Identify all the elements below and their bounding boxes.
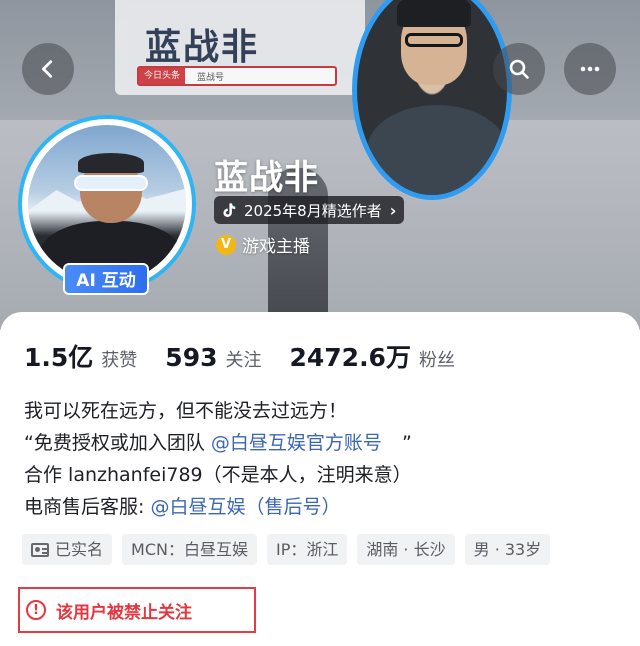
mention-link-aftersales[interactable]: @白昼互娱（售后号） <box>150 496 340 518</box>
tag-mcn[interactable]: MCN：白昼互娱 <box>122 534 257 565</box>
bio-text: 电商售后客服: <box>24 496 145 518</box>
live-avatar-ring <box>352 0 512 200</box>
tag-label: 男 · 33岁 <box>473 540 542 559</box>
back-button[interactable] <box>22 43 74 95</box>
stat-label: 粉丝 <box>418 350 455 371</box>
tag-label: 已实名 <box>55 540 104 559</box>
verified-title-label: 游戏主播 <box>242 237 310 257</box>
verified-title: V 游戏主播 <box>216 232 310 257</box>
stat-likes[interactable]: 1.5亿 获赞 <box>24 338 137 374</box>
live-avatar[interactable] <box>352 0 512 210</box>
tag-label: 湖南 · 长沙 <box>366 540 446 559</box>
verified-icon: V <box>216 234 236 255</box>
stat-value: 593 <box>165 343 218 372</box>
ai-interact-button[interactable]: AI 互动 <box>63 263 149 295</box>
profile-info-card: 1.5亿 获赞 593 关注 2472.6万 粉丝 我可以死在远方，但不能没去过… <box>0 312 640 646</box>
banner-panel-title: 蓝战非 <box>145 27 260 68</box>
stat-followers[interactable]: 2472.6万 粉丝 <box>289 338 454 374</box>
stats-row: 1.5亿 获赞 593 关注 2472.6万 粉丝 <box>24 338 483 374</box>
bio-line: 合作 lanzhanfei789（不是本人，注明来意） <box>24 464 412 486</box>
tag-location[interactable]: 湖南 · 长沙 <box>357 534 455 565</box>
chevron-right-icon: › <box>389 200 397 220</box>
id-card-icon <box>31 542 49 557</box>
tag-gender-age[interactable]: 男 · 33岁 <box>464 534 551 565</box>
banner-panel: 蓝战非 今日头条 蓝战号 <box>115 0 365 95</box>
bio-line: 我可以死在远方，但不能没去过远方！ <box>24 400 348 422</box>
profile-name: 蓝战非 <box>214 158 319 198</box>
more-button[interactable] <box>564 43 616 95</box>
tag-ip[interactable]: IP：浙江 <box>266 534 348 565</box>
stat-label: 关注 <box>225 350 262 371</box>
bio-text: ” <box>401 432 412 454</box>
search-icon <box>509 59 529 79</box>
bio-line: 电商售后客服: @白昼互娱（售后号） <box>24 491 412 523</box>
creator-badge[interactable]: 2025年8月精选作者 › <box>214 196 405 224</box>
more-dots-icon <box>580 66 600 72</box>
banner-search-tag: 今日头条 <box>139 68 185 84</box>
warning-icon: ! <box>26 600 46 620</box>
follow-banned-text: 该用户被禁止关注 <box>56 602 192 623</box>
creator-badge-label: 2025年8月精选作者 <box>244 201 382 220</box>
douyin-icon <box>223 203 236 218</box>
follow-banned-notice: ! 该用户被禁止关注 <box>18 587 256 633</box>
chevron-left-icon <box>42 60 53 78</box>
profile-bio: 我可以死在远方，但不能没去过远方！ “免费授权或加入团队 @白昼互娱官方账号 ”… <box>24 395 412 523</box>
banner-search-bar: 今日头条 蓝战号 <box>137 66 337 86</box>
search-button[interactable] <box>493 43 545 95</box>
tag-label: IP：浙江 <box>275 540 339 559</box>
banner-search-text: 蓝战号 <box>197 73 225 83</box>
bio-text: “免费授权或加入团队 <box>24 432 205 454</box>
tag-real-name[interactable]: 已实名 <box>22 534 113 565</box>
profile-tags: 已实名 MCN：白昼互娱 IP：浙江 湖南 · 长沙 男 · 33岁 <box>22 534 551 565</box>
stat-following[interactable]: 593 关注 <box>165 343 261 372</box>
stat-value: 2472.6万 <box>289 343 411 372</box>
mention-link-official[interactable]: @白昼互娱官方账号 <box>211 432 382 454</box>
tag-label: MCN：白昼互娱 <box>131 540 248 559</box>
stat-label: 获赞 <box>101 350 138 371</box>
bio-line: “免费授权或加入团队 @白昼互娱官方账号 ” <box>24 427 412 459</box>
stat-value: 1.5亿 <box>24 343 94 372</box>
